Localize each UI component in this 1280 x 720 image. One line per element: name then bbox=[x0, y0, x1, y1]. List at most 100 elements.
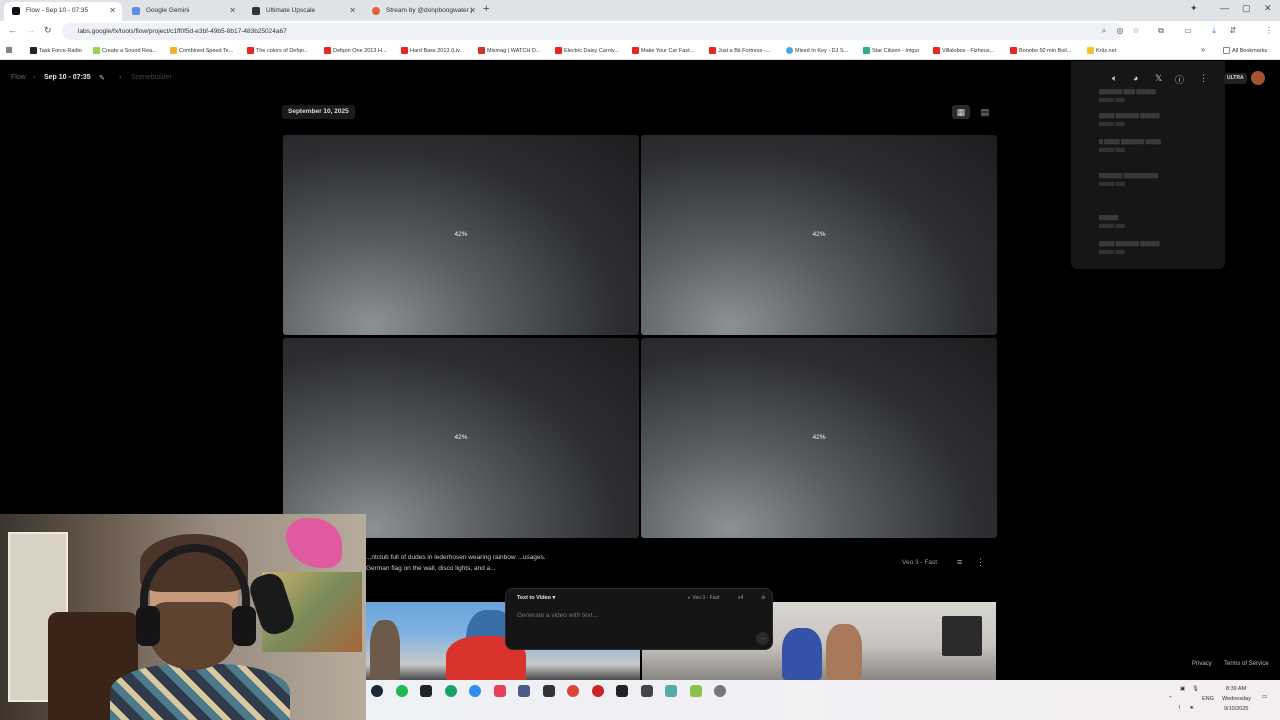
extensions-icon[interactable]: ⧉ bbox=[1156, 26, 1166, 36]
video-tile[interactable]: 42% bbox=[641, 135, 997, 335]
app-icon[interactable] bbox=[665, 685, 677, 697]
download-icon[interactable]: ⤓ bbox=[1209, 26, 1219, 36]
app-icon[interactable] bbox=[518, 685, 530, 697]
app-icon[interactable] bbox=[543, 685, 555, 697]
back-icon[interactable]: ← bbox=[8, 25, 17, 35]
steam-icon[interactable] bbox=[371, 685, 383, 697]
bookmark-item[interactable]: Mixed In Key - DJ S... bbox=[786, 45, 848, 57]
address-bar[interactable]: labs.google/fx/tools/flow/project/c1ff0f… bbox=[62, 23, 1122, 40]
download-item[interactable]: ▇▇▇▇▇▇ ▇▇▇ ▇▇▇▇▇ ▇▇▇▇▇ ▇▇▇ bbox=[1099, 89, 1211, 102]
language-label[interactable]: ENG bbox=[1202, 696, 1214, 702]
breadcrumb-section[interactable]: Scenebuilder bbox=[131, 74, 172, 81]
tray-icon[interactable]: ▣ bbox=[1180, 686, 1185, 692]
clock-time[interactable]: 8:39 AM bbox=[1226, 686, 1246, 692]
bookmark-item[interactable]: Mixmag | WATCH D... bbox=[478, 45, 540, 57]
mode-selector[interactable]: Text to Video ▾ bbox=[517, 595, 555, 601]
forward-icon[interactable]: → bbox=[26, 25, 35, 35]
settings-icon[interactable]: ⚙ bbox=[761, 595, 765, 601]
bookmark-item[interactable]: Make Your Car Fast... bbox=[632, 45, 694, 57]
bookmark-item[interactable]: Create a Sound Rea... bbox=[93, 45, 157, 57]
bookmark-item[interactable]: Combined Speed Te... bbox=[170, 45, 233, 57]
reload-icon[interactable]: ↻ bbox=[44, 25, 52, 36]
tray-overflow-icon[interactable]: ⌃ bbox=[1168, 696, 1173, 702]
download-item[interactable]: ▇▇▇▇ ▇▇▇▇▇▇ ▇▇▇▇▇ ▇▇▇▇▇ ▇▇▇ bbox=[1099, 241, 1211, 254]
edge-icon[interactable] bbox=[445, 685, 457, 697]
bookmarks-overflow-icon[interactable]: » bbox=[1198, 45, 1208, 55]
close-tab-icon[interactable]: ✕ bbox=[469, 2, 476, 19]
browser-menu-icon[interactable]: ⋮ bbox=[1264, 26, 1274, 36]
edit-pencil-icon[interactable]: ✎ bbox=[99, 74, 105, 82]
close-window-icon[interactable]: ✕ bbox=[1264, 3, 1272, 14]
clock-day[interactable]: Wednesday bbox=[1222, 696, 1251, 702]
terms-link[interactable]: Terms of Service bbox=[1224, 661, 1269, 667]
x-twitter-icon[interactable]: 𝕏 bbox=[1155, 73, 1162, 84]
tab-stream[interactable]: Stream by @donpbongwater | ✕ bbox=[364, 2, 482, 21]
volume-icon[interactable]: 🔊︎ bbox=[1190, 705, 1193, 712]
bookmark-item[interactable]: The colors of Defqo... bbox=[247, 45, 309, 57]
help-icon[interactable]: ⓘ bbox=[1175, 73, 1184, 86]
breadcrumb-root[interactable]: Flow bbox=[11, 74, 26, 81]
prompt-input[interactable] bbox=[517, 612, 747, 619]
minimize-icon[interactable]: — bbox=[1220, 3, 1229, 13]
tab-search-icon[interactable]: ⇵ bbox=[1228, 26, 1238, 36]
apps-grid-icon[interactable]: ▦ bbox=[4, 45, 14, 55]
breadcrumb-project[interactable]: Sep 10 - 07:35 bbox=[44, 74, 91, 81]
bookmark-item[interactable]: Hard Bass 2013 (Liv... bbox=[401, 45, 464, 57]
close-tab-icon[interactable]: ✕ bbox=[109, 2, 116, 19]
eye-off-icon[interactable]: ◎ bbox=[1115, 26, 1125, 36]
app-icon[interactable] bbox=[469, 685, 481, 697]
composer-model[interactable]: 🔈︎ Veo 3 - Fast bbox=[688, 595, 719, 601]
output-count[interactable]: x4 bbox=[738, 595, 743, 601]
bookmark-item[interactable]: Kritz.net bbox=[1087, 45, 1116, 57]
app-icon[interactable] bbox=[616, 685, 628, 697]
bookmark-item[interactable]: Bonobo 50 min Boil... bbox=[1010, 45, 1071, 57]
app-icon[interactable] bbox=[690, 685, 702, 697]
list-view-icon[interactable]: ▤ bbox=[976, 105, 994, 119]
grid-view-icon[interactable]: ▦ bbox=[952, 105, 970, 119]
tab-gemini[interactable]: Google Gemini ✕ bbox=[124, 2, 242, 21]
video-tile[interactable]: 42% bbox=[641, 338, 997, 538]
more-menu-icon[interactable]: ⋮ bbox=[1199, 73, 1208, 84]
send-arrow-icon[interactable]: → bbox=[756, 632, 769, 645]
all-bookmarks[interactable]: All Bookmarks bbox=[1223, 45, 1267, 57]
mic-icon[interactable]: 🎙︎ bbox=[1192, 686, 1199, 692]
more-options-icon[interactable]: ⋮ bbox=[976, 557, 985, 568]
bookmark-item[interactable]: Villalobos - Fizheus... bbox=[933, 45, 994, 57]
bookmark-item[interactable]: Electric Daisy Carniv... bbox=[555, 45, 619, 57]
video-tile[interactable]: 42% bbox=[283, 135, 639, 335]
maximize-icon[interactable]: ▢ bbox=[1242, 3, 1251, 14]
clock-date[interactable]: 9/10/2025 bbox=[1224, 706, 1248, 712]
new-tab-icon[interactable]: + bbox=[483, 3, 489, 15]
tab-flow[interactable]: Flow - Sep 10 - 07:35 ✕ bbox=[4, 2, 122, 21]
app-icon[interactable] bbox=[592, 685, 604, 697]
close-tab-icon[interactable]: ✕ bbox=[229, 2, 236, 19]
bookmark-item[interactable]: Just a Bit Fortress -... bbox=[709, 45, 770, 57]
video-tile[interactable]: 42% bbox=[283, 338, 639, 538]
bookmark-item[interactable]: Star Citizen - Imgur bbox=[863, 45, 919, 57]
photos-icon[interactable] bbox=[494, 685, 506, 697]
reuse-prompt-icon[interactable]: ≡ bbox=[957, 557, 962, 567]
spotify-icon[interactable] bbox=[396, 685, 408, 697]
profile-menu-icon[interactable]: ✦ bbox=[1190, 3, 1198, 14]
discord-icon[interactable]: ◕ bbox=[1133, 73, 1138, 83]
privacy-link[interactable]: Privacy bbox=[1192, 661, 1212, 667]
app-icon[interactable] bbox=[641, 685, 653, 697]
zoom-icon[interactable]: ⌕ bbox=[1099, 26, 1109, 36]
download-item[interactable]: ▇▇▇▇▇ ▇▇▇▇▇ ▇▇▇ bbox=[1099, 215, 1211, 228]
tab-upscale[interactable]: Ultimate Upscale ✕ bbox=[244, 2, 362, 21]
bookmark-item[interactable]: Task Force Radio bbox=[30, 45, 82, 57]
download-item[interactable]: ▇ ▇▇▇▇ ▇▇▇▇▇▇ ▇▇▇▇ ▇▇▇▇▇ ▇▇▇ bbox=[1099, 139, 1211, 152]
chrome-icon[interactable] bbox=[567, 685, 579, 697]
sidepanel-icon[interactable]: ▭ bbox=[1183, 26, 1193, 36]
account-avatar[interactable] bbox=[1251, 71, 1265, 85]
speaker-icon[interactable]: 🔈︎ bbox=[1112, 73, 1117, 84]
wifi-icon[interactable]: ⌇ bbox=[1178, 705, 1181, 711]
download-item[interactable]: ▇▇▇▇▇▇ ▇▇▇▇▇▇▇▇▇ ▇▇▇▇▇ ▇▇▇ bbox=[1099, 173, 1211, 186]
close-tab-icon[interactable]: ✕ bbox=[349, 2, 356, 19]
bookmark-star-icon[interactable]: ☆ bbox=[1131, 26, 1141, 36]
app-icon[interactable] bbox=[420, 685, 432, 697]
settings-icon[interactable] bbox=[714, 685, 726, 697]
download-item[interactable]: ▇▇▇▇ ▇▇▇▇▇▇ ▇▇▇▇▇ ▇▇▇▇▇ ▇▇▇ bbox=[1099, 113, 1211, 126]
notifications-icon[interactable]: ▭ bbox=[1262, 694, 1267, 700]
bookmark-item[interactable]: Defqon One 2013 H... bbox=[324, 45, 387, 57]
